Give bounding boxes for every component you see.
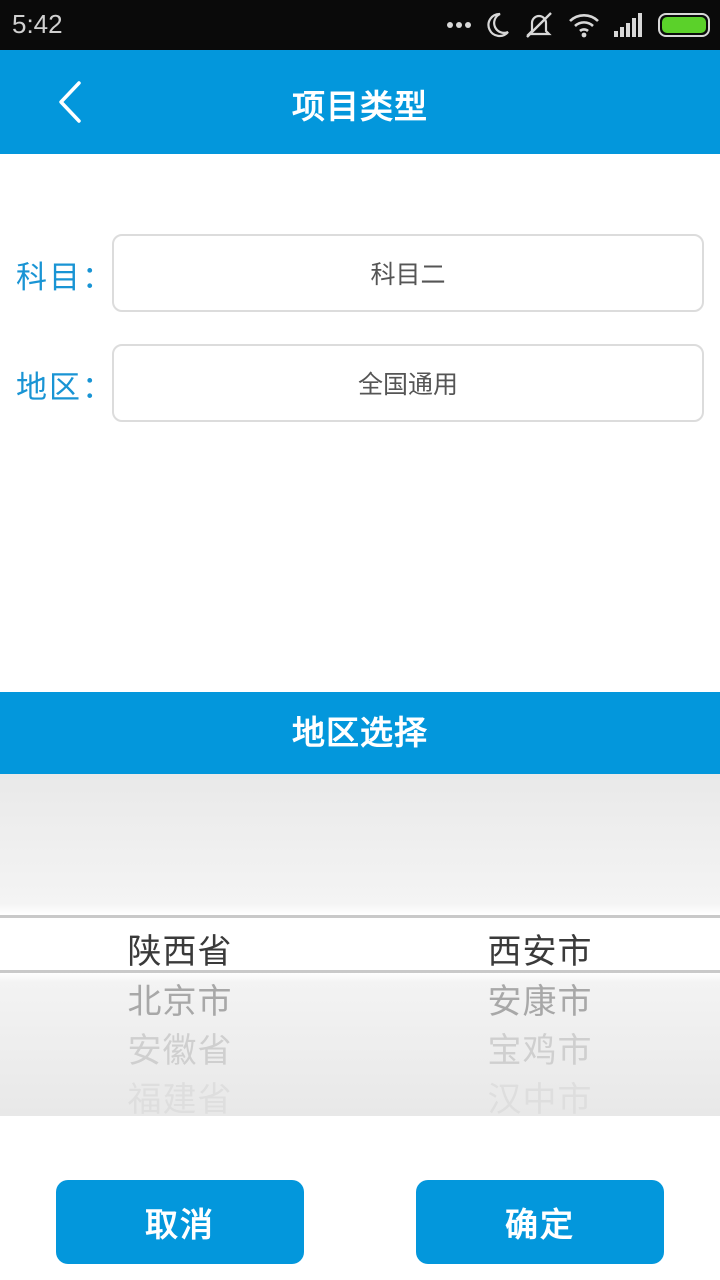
battery-icon — [658, 13, 710, 37]
signal-icon — [614, 13, 644, 37]
page-title: 项目类型 — [292, 87, 428, 126]
city-option[interactable]: 西安市 — [360, 924, 720, 973]
city-option[interactable]: 汉中市 — [360, 1072, 720, 1116]
status-time: 5:42 — [12, 9, 63, 39]
subject-field[interactable]: 科目二 — [112, 234, 704, 312]
wifi-icon — [568, 12, 600, 38]
picker-title: 地区选择 — [0, 692, 720, 774]
battery-level — [662, 17, 706, 33]
more-dots-icon — [446, 21, 472, 29]
subject-label: 科目： — [16, 260, 115, 296]
region-field[interactable]: 全国通用 — [112, 344, 704, 422]
moon-icon — [486, 12, 510, 38]
region-picker-wheel[interactable]: 陕西省 北京市 安徽省 福建省 西安市 安康市 宝鸡市 汉中市 — [0, 774, 720, 1116]
province-option[interactable]: 北京市 — [0, 974, 360, 1023]
province-option[interactable]: 福建省 — [0, 1072, 360, 1116]
confirm-button[interactable]: 确定 — [416, 1180, 664, 1264]
status-bar: 5:42 — [0, 0, 720, 50]
province-option[interactable]: 安徽省 — [0, 1023, 360, 1072]
city-option[interactable]: 安康市 — [360, 974, 720, 1023]
region-row: 地区： 全国通用 — [0, 344, 720, 422]
status-icons — [446, 10, 710, 40]
city-option[interactable]: 宝鸡市 — [360, 1023, 720, 1072]
cancel-button[interactable]: 取消 — [56, 1180, 304, 1264]
city-column[interactable]: 西安市 安康市 宝鸡市 汉中市 — [360, 774, 720, 1116]
app-header: 项目类型 — [0, 50, 720, 154]
province-column[interactable]: 陕西省 北京市 安徽省 福建省 — [0, 774, 360, 1116]
subject-row: 科目： 科目二 — [0, 234, 720, 312]
region-label: 地区： — [16, 370, 115, 406]
province-option[interactable]: 陕西省 — [0, 924, 360, 973]
silent-mode-icon — [524, 11, 554, 39]
